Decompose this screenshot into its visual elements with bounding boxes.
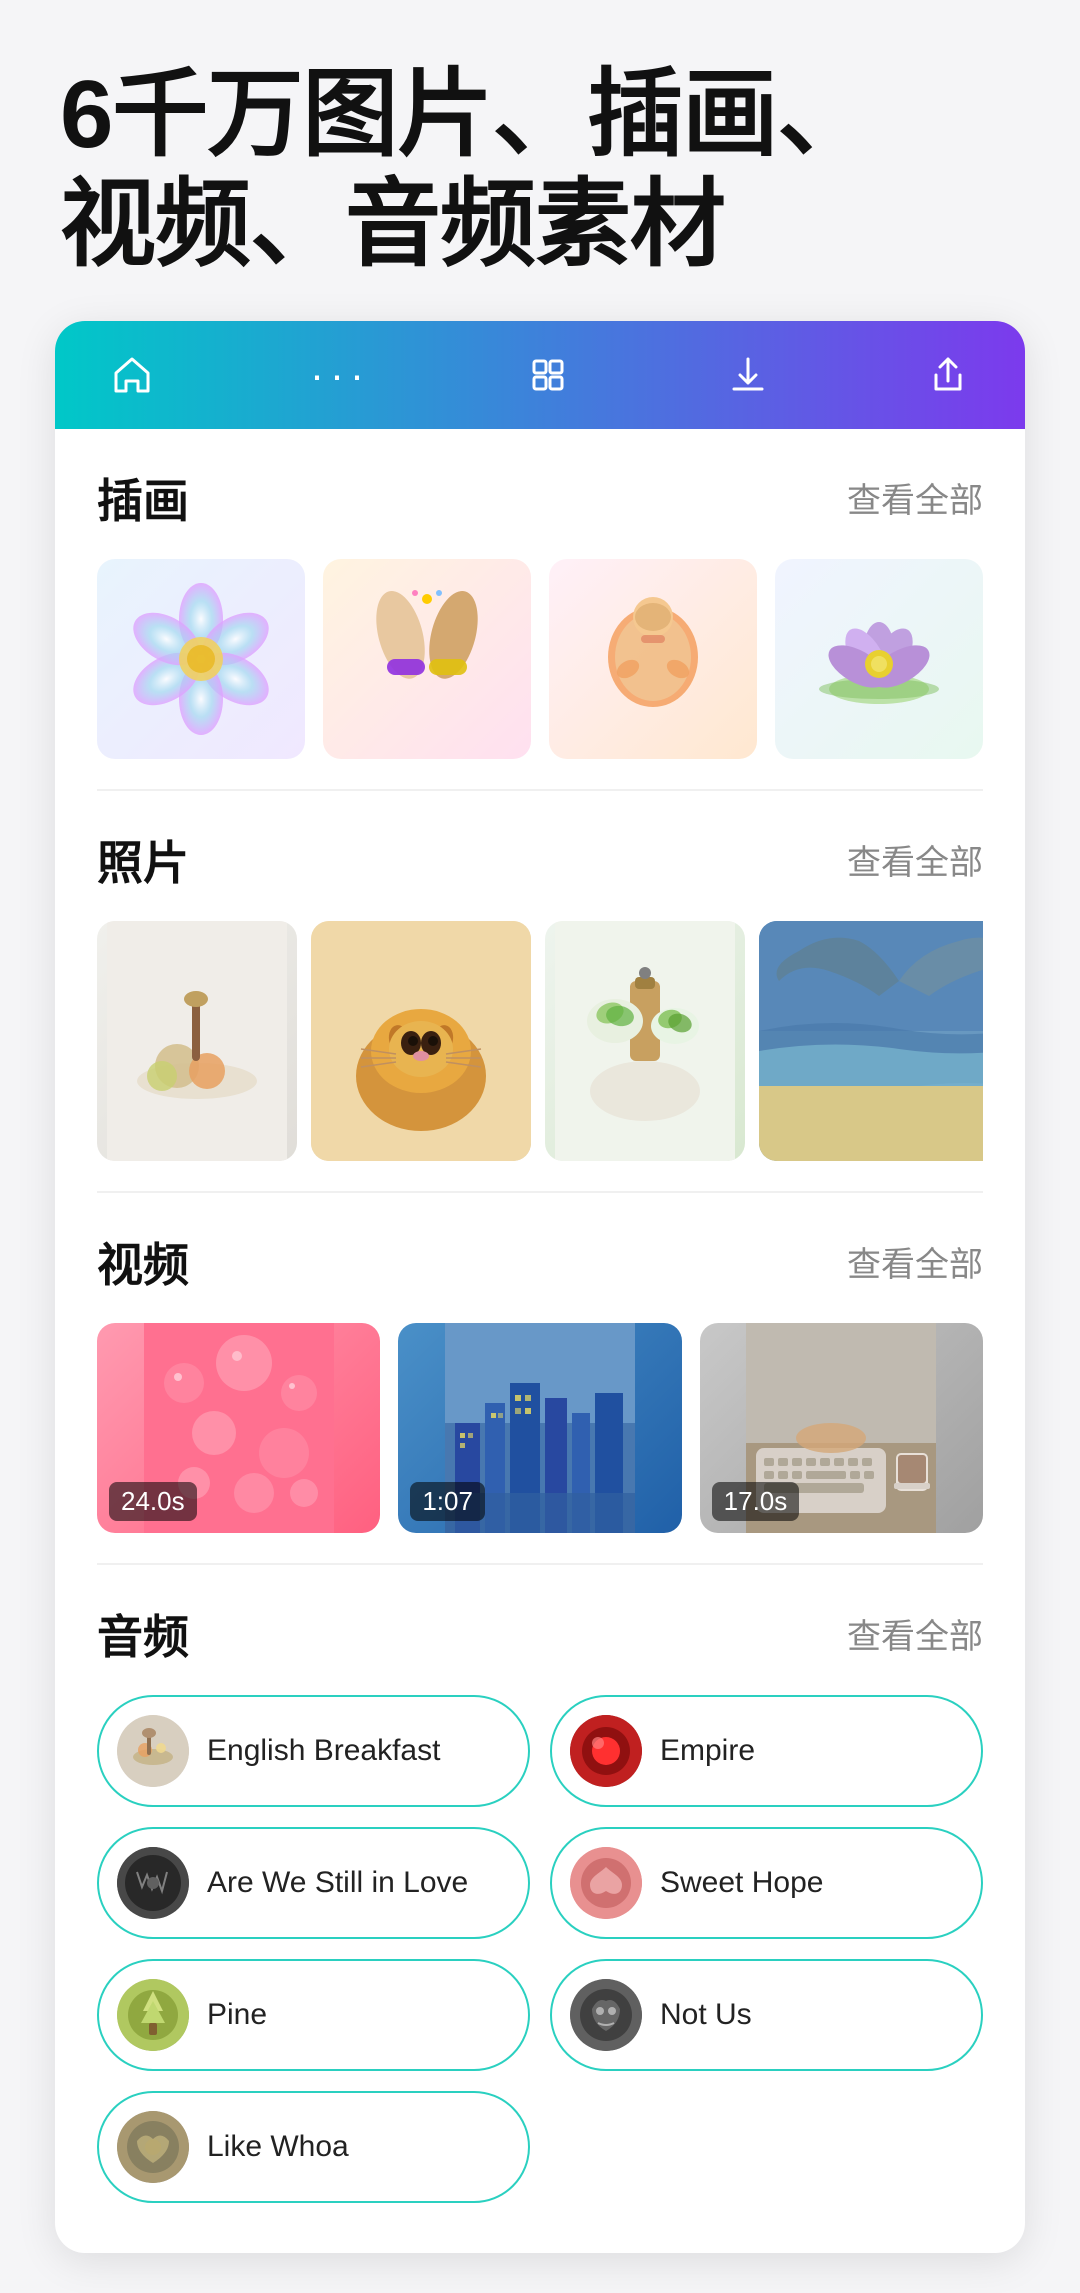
audio-title-3: Are We Still in Love [207, 1865, 468, 1901]
illustrations-row [97, 559, 983, 769]
video-duration-1: 24.0s [109, 1482, 197, 1521]
illustrations-title: 插画 [97, 465, 189, 531]
list-item[interactable]: Empire [550, 1695, 983, 1807]
home-icon[interactable] [110, 353, 154, 397]
audio-avatar-1 [117, 1715, 189, 1787]
video-duration-2: 1:07 [410, 1482, 485, 1521]
audio-title-1: English Breakfast [207, 1733, 440, 1769]
list-item[interactable]: 17.0s [700, 1323, 983, 1533]
audio-avatar-7 [117, 2111, 189, 2183]
list-item[interactable]: Sweet Hope [550, 1827, 983, 1939]
list-item[interactable]: Like Whoa [97, 2091, 530, 2203]
list-item[interactable] [97, 559, 305, 759]
layers-icon[interactable] [526, 353, 570, 397]
audio-grid: English Breakfast Empire [97, 1695, 983, 2233]
audio-title-7: Like Whoa [207, 2129, 349, 2165]
download-icon[interactable] [726, 353, 770, 397]
videos-section: 视频 查看全部 [55, 1193, 1025, 1563]
more-icon[interactable]: ··· [310, 351, 370, 399]
list-item[interactable] [549, 559, 757, 759]
illustrations-view-all[interactable]: 查看全部 [847, 473, 983, 522]
videos-view-all[interactable]: 查看全部 [847, 1237, 983, 1286]
list-item[interactable] [311, 921, 531, 1161]
list-item[interactable] [775, 559, 983, 759]
photos-title: 照片 [97, 827, 189, 893]
nav-bar: ··· [55, 321, 1025, 429]
audio-title-2: Empire [660, 1733, 755, 1769]
audio-avatar-5 [117, 1979, 189, 2051]
list-item[interactable] [323, 559, 531, 759]
hero-section: 6千万图片、插画、 视频、音频素材 [0, 0, 1080, 321]
photos-section: 照片 查看全部 [55, 791, 1025, 1191]
audio-title-5: Pine [207, 1997, 267, 2033]
videos-title: 视频 [97, 1229, 189, 1295]
video-duration-3: 17.0s [712, 1482, 800, 1521]
audio-title-6: Not Us [660, 1997, 752, 2033]
audio-avatar-4 [570, 1847, 642, 1919]
app-card: ··· 插画 查看全部 [55, 321, 1025, 2253]
videos-row: 24.0s [97, 1323, 983, 1543]
audio-title-4: Sweet Hope [660, 1865, 823, 1901]
list-item[interactable]: English Breakfast [97, 1695, 530, 1807]
list-item[interactable]: Pine [97, 1959, 530, 2071]
list-item[interactable]: 1:07 [398, 1323, 681, 1533]
audio-avatar-2 [570, 1715, 642, 1787]
audio-avatar-3 [117, 1847, 189, 1919]
share-icon[interactable] [926, 353, 970, 397]
audio-title: 音频 [97, 1601, 189, 1667]
photos-view-all[interactable]: 查看全部 [847, 835, 983, 884]
illustrations-section: 插画 查看全部 [55, 429, 1025, 789]
audio-section: 音频 查看全部 English Breakfast [55, 1565, 1025, 2253]
hero-title: 6千万图片、插画、 视频、音频素材 [60, 60, 1020, 281]
list-item[interactable] [759, 921, 983, 1161]
list-item[interactable]: 24.0s [97, 1323, 380, 1533]
list-item[interactable]: Are We Still in Love [97, 1827, 530, 1939]
list-item[interactable] [97, 921, 297, 1161]
list-item[interactable] [545, 921, 745, 1161]
photos-row [97, 921, 983, 1171]
list-item[interactable]: Not Us [550, 1959, 983, 2071]
audio-avatar-6 [570, 1979, 642, 2051]
audio-view-all[interactable]: 查看全部 [847, 1609, 983, 1658]
